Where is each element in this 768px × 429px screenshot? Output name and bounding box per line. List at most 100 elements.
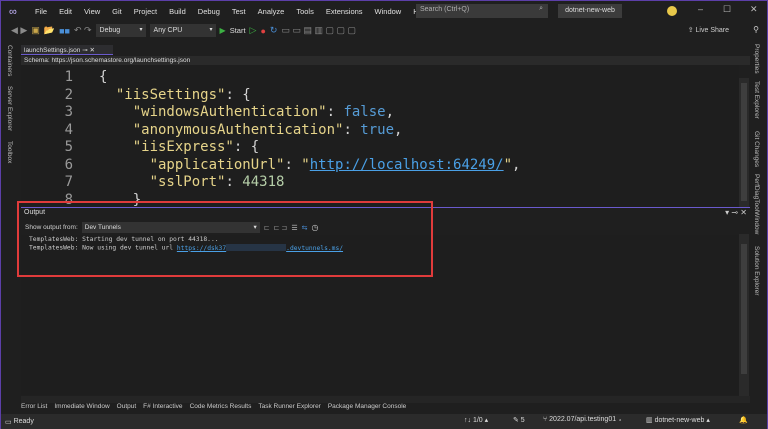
close-button[interactable]: ✕ [750, 4, 758, 15]
menu-build[interactable]: Build [163, 7, 192, 16]
solution-name-badge[interactable]: dotnet-new-web [558, 4, 622, 18]
toolbox-tab[interactable]: Toolbox [6, 141, 13, 163]
dropdown-icon[interactable]: ▾ [725, 208, 729, 217]
bottom-tab[interactable]: Task Runner Explorer [258, 403, 321, 413]
repo-indicator[interactable]: ▥ dotnet-new-web ▴ [646, 416, 710, 424]
avatar[interactable] [667, 6, 677, 16]
menu-file[interactable]: File [29, 7, 53, 16]
bottom-tab[interactable]: F# Interactive [143, 403, 182, 413]
hot-reload-icon[interactable]: ● [260, 26, 265, 36]
tab-label: launchSettings.json [24, 47, 81, 54]
solution-explorer-tab[interactable]: Solution Explorer [753, 246, 760, 296]
tab-launchsettings[interactable]: launchSettings.json ⊸ ✕ [21, 45, 113, 55]
bottom-tab[interactable]: Error List [21, 403, 47, 413]
browser-icon[interactable]: ▭ ▭ ▤ ▥ ▢ ▢ ▢ [281, 25, 356, 36]
pin-icon[interactable]: ⊸ [731, 208, 738, 217]
code-token: : { [233, 139, 260, 155]
title-bar: ∞ File Edit View Git Project Build Debug Test An… [1, 1, 767, 22]
code-token: : [284, 156, 302, 173]
start-button[interactable]: Start [230, 26, 246, 35]
menu-tools[interactable]: Tools [290, 7, 320, 16]
code-token: "anonymousAuthentication" [132, 121, 344, 138]
bottom-tool-tabs: Error List Immediate Window Output F# Inter… [21, 403, 750, 413]
schema-url[interactable]: https://json.schemastore.org/launchsetti… [51, 57, 190, 64]
branch-indicator[interactable]: ⑂ 2022.07/api.testing01 ▴ [543, 416, 622, 423]
notification-icon[interactable]: ▭ [5, 418, 12, 426]
configuration-dropdown[interactable]: Debug ▾ [95, 24, 146, 37]
line-number: 5 [64, 139, 73, 155]
code-line: 2 "iisSettings": { [21, 87, 251, 104]
menu-edit[interactable]: Edit [53, 7, 78, 16]
code-token: false [343, 104, 386, 120]
containers-tab[interactable]: Containers [6, 45, 13, 76]
search-placeholder: Search (Ctrl+Q) [420, 6, 470, 13]
back-icon[interactable]: ◀ ▶ [11, 25, 27, 36]
new-project-icon[interactable]: ▣ [31, 25, 40, 36]
schema-label: Schema: [24, 57, 50, 64]
code-line: 3 "windowsAuthentication": false, [21, 104, 394, 121]
git-changes-tab[interactable]: Git Changes [753, 131, 760, 167]
line-number: 1 [64, 69, 73, 85]
menu-analyze[interactable]: Analyze [252, 7, 291, 16]
status-bar: ▭ Ready ↑↓ 1/0 ▴ ✎ 5 ⑂ 2022.07/api.testi… [1, 414, 767, 429]
undo-icon[interactable]: ↶ ↷ [74, 25, 92, 36]
menu-debug[interactable]: Debug [192, 7, 226, 16]
menu-view[interactable]: View [78, 7, 106, 16]
live-share-button[interactable]: ⇪ Live Share [688, 26, 729, 34]
start-without-debugging-icon[interactable]: ▷ [250, 25, 257, 36]
menu-test[interactable]: Test [226, 7, 252, 16]
changes-indicator[interactable]: ✎ 5 [513, 416, 525, 424]
commits-indicator[interactable]: ↑↓ 1/0 ▴ [464, 416, 488, 424]
platform-dropdown[interactable]: Any CPU ▾ [149, 24, 216, 37]
code-token: "applicationUrl" [149, 156, 285, 173]
toolbar: ◀ ▶ ▣ 📂 ■■ ↶ ↷ Debug ▾ Any CPU ▾ ▶ Start ▷… [1, 22, 767, 39]
code-line: 7 "sslPort": 44318 [21, 174, 285, 191]
bottom-tab[interactable]: Output [117, 403, 137, 413]
open-icon[interactable]: 📂 [44, 25, 55, 36]
menu-bar: File Edit View Git Project Build Debug Test Anal… [29, 7, 435, 16]
bottom-tab[interactable]: Immediate Window [54, 403, 109, 413]
minimize-button[interactable]: – [698, 4, 703, 14]
output-vertical-scrollbar[interactable] [739, 234, 749, 396]
perfdiag-tab[interactable]: PerfDiagToolWindow [753, 174, 760, 234]
close-tab-icon[interactable]: ✕ [89, 47, 94, 54]
line-number: 7 [64, 174, 73, 190]
menu-window[interactable]: Window [369, 7, 408, 16]
code-token: " [503, 156, 513, 173]
highlight-box [17, 201, 433, 277]
code-token[interactable]: http://localhost:64249/ [310, 157, 504, 173]
feedback-icon[interactable]: ⚲ [753, 25, 759, 34]
close-panel-icon[interactable]: ✕ [740, 208, 747, 217]
notifications-bell-icon[interactable]: 🔔 [739, 416, 748, 424]
refresh-icon[interactable]: ↻ [270, 25, 278, 36]
code-token: "iisSettings" [115, 86, 226, 103]
start-icon[interactable]: ▶ [220, 26, 226, 35]
code-token: : { [225, 86, 251, 103]
code-token: 44318 [242, 174, 285, 190]
bottom-tab[interactable]: Code Metrics Results [190, 403, 252, 413]
search-box[interactable]: Search (Ctrl+Q) ⌕ [416, 4, 548, 18]
schema-bar: Schema: https://json.schemastore.org/lau… [21, 56, 750, 65]
code-token: " [301, 156, 310, 173]
code-token: { [99, 69, 108, 85]
menu-git[interactable]: Git [106, 7, 128, 16]
bottom-tab[interactable]: Package Manager Console [328, 403, 406, 413]
maximize-button[interactable]: ☐ [723, 4, 731, 15]
code-editor[interactable]: 1 {2 "iisSettings": {3 "windowsAuthentica… [21, 65, 739, 207]
output-horizontal-scrollbar[interactable] [21, 396, 750, 403]
visual-studio-logo-icon: ∞ [9, 5, 17, 18]
menu-extensions[interactable]: Extensions [320, 7, 369, 16]
properties-tab[interactable]: Properties [753, 44, 760, 74]
test-explorer-tab[interactable]: Test Explorer [753, 81, 760, 119]
menu-project[interactable]: Project [128, 7, 163, 16]
code-token: , [385, 104, 395, 120]
save-icon[interactable]: ■■ [59, 26, 70, 36]
code-line: 5 "iisExpress": { [21, 139, 260, 156]
editor-vertical-scrollbar[interactable] [739, 78, 749, 208]
pin-icon[interactable]: ⊸ [82, 47, 87, 54]
code-token: true [360, 121, 395, 138]
server-explorer-tab[interactable]: Server Explorer [6, 86, 13, 131]
